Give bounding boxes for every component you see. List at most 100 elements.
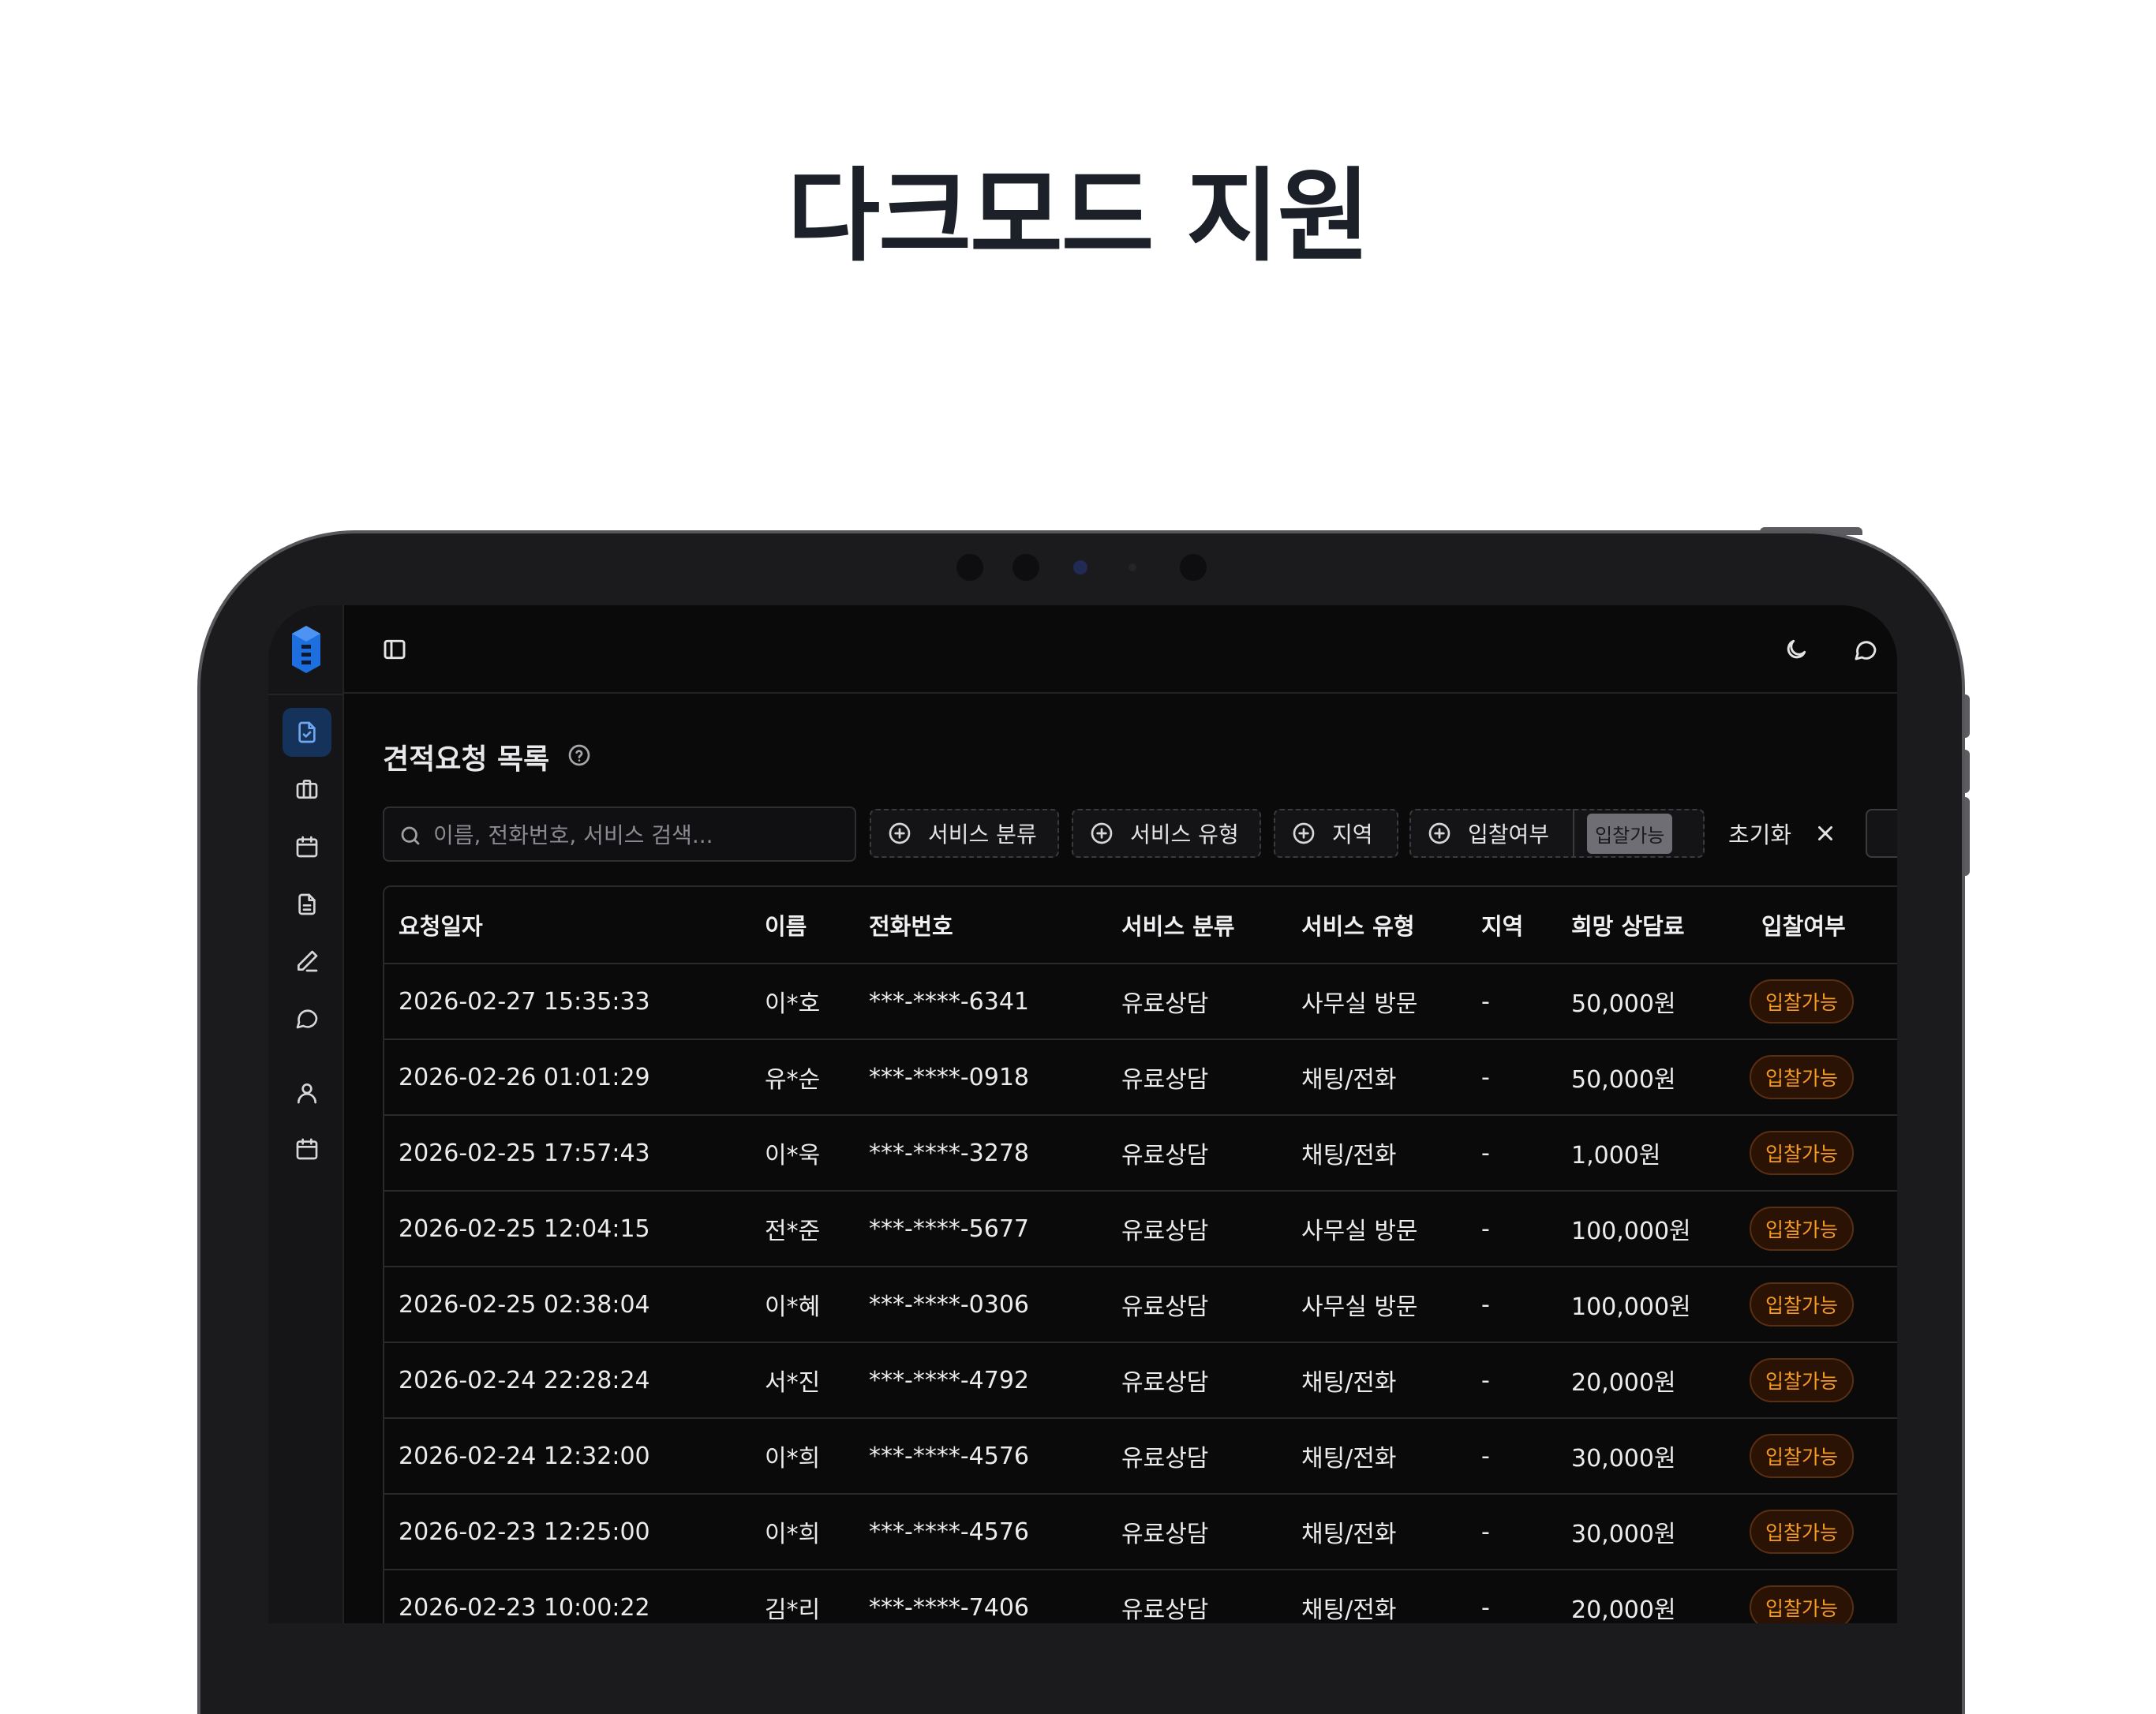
cell-service-type: 채팅/전화 <box>1301 1066 1397 1094</box>
table-row[interactable]: 2026-02-25 02:38:04 이*혜 ***-****-0306 유료… <box>384 1267 1897 1343</box>
table-row[interactable]: 2026-02-27 15:35:33 이*호 ***-****-6341 유료… <box>384 964 1897 1040</box>
status-badge[interactable]: 입찰가능 <box>1750 1131 1855 1175</box>
moon-icon <box>1787 639 1806 659</box>
cell-phone: ***-****-4792 <box>869 1366 1029 1394</box>
status-badge[interactable]: 입찰가능 <box>1750 1585 1855 1623</box>
cell-request-date: 2026-02-23 12:25:00 <box>399 1518 650 1546</box>
camera-lens <box>1073 560 1087 574</box>
chip-separator <box>1573 809 1575 858</box>
cell-service-type: 사무실 방문 <box>1301 1293 1418 1321</box>
cell-service-category: 유료상담 <box>1121 1369 1209 1397</box>
reset-label: 초기화 <box>1728 821 1792 848</box>
column-header[interactable]: 서비스 유형 <box>1301 887 1415 963</box>
status-badge[interactable]: 입찰가능 <box>1750 1207 1855 1251</box>
cell-region: - <box>1481 1518 1490 1546</box>
close-icon <box>1818 826 1833 840</box>
cell-name: 전*준 <box>765 1218 821 1245</box>
nav-calendar[interactable] <box>283 1125 331 1173</box>
cell-name: 이*혜 <box>765 1293 821 1321</box>
cell-phone: ***-****-7406 <box>869 1593 1029 1622</box>
nav-quote-requests[interactable] <box>283 708 331 757</box>
status-badge[interactable]: 입찰가능 <box>1750 1055 1855 1099</box>
cell-name: 이*희 <box>765 1521 821 1548</box>
camera-sensor <box>956 554 983 581</box>
nav-messages[interactable] <box>283 994 331 1042</box>
search-input[interactable] <box>432 808 845 862</box>
plus-circle-icon <box>889 822 911 844</box>
sidebar-toggle-button[interactable] <box>372 627 417 672</box>
table-row[interactable]: 2026-02-25 17:57:43 이*욱 ***-****-3278 유료… <box>384 1116 1897 1192</box>
cell-phone: ***-****-0306 <box>869 1290 1029 1319</box>
sidebar <box>268 605 344 1623</box>
calendar-icon <box>296 1138 318 1160</box>
table-body: 2026-02-27 15:35:33 이*호 ***-****-6341 유료… <box>384 964 1897 1623</box>
table-row[interactable]: 2026-02-23 12:25:00 이*희 ***-****-4576 유료… <box>384 1495 1897 1570</box>
cell-fee: 1,000원 <box>1571 1142 1661 1169</box>
nav-cases[interactable] <box>283 765 331 814</box>
cell-fee: 20,000원 <box>1571 1369 1676 1397</box>
column-header[interactable]: 요청일자 <box>399 887 483 963</box>
cell-service-type: 사무실 방문 <box>1301 1218 1418 1245</box>
chat-button[interactable] <box>1843 627 1888 672</box>
cell-fee: 100,000원 <box>1571 1218 1691 1245</box>
cell-service-category: 유료상담 <box>1121 1142 1209 1169</box>
status-badge[interactable]: 입찰가능 <box>1750 1358 1855 1402</box>
quote-request-table: 요청일자 이름 전화번호 서비스 분류 서비스 유형 지역 희망 상담료 입찰여… <box>383 885 1897 1623</box>
pen-icon <box>298 950 318 972</box>
cell-bid-status: 입찰가능 <box>1750 964 1855 1039</box>
nav-profile[interactable] <box>283 1068 331 1117</box>
cell-fee: 100,000원 <box>1571 1293 1691 1321</box>
nav-schedule[interactable] <box>283 822 331 871</box>
app-screen: 견적요청 목록 서비스 분류 서비스 유형 지역 입찰여부 입찰가능 초기화 요… <box>268 605 1897 1623</box>
cell-bid-status: 입찰가능 <box>1750 1495 1855 1569</box>
column-header[interactable]: 지역 <box>1481 887 1523 963</box>
cell-service-category: 유료상담 <box>1121 1218 1209 1245</box>
calendar-icon <box>296 836 318 858</box>
cell-request-date: 2026-02-27 15:35:33 <box>399 987 650 1016</box>
column-header[interactable]: 전화번호 <box>869 887 953 963</box>
status-badge[interactable]: 입찰가능 <box>1750 1282 1855 1327</box>
table-row[interactable]: 2026-02-25 12:04:15 전*준 ***-****-5677 유료… <box>384 1192 1897 1267</box>
cell-request-date: 2026-02-25 02:38:04 <box>399 1290 650 1319</box>
status-badge[interactable]: 입찰가능 <box>1750 979 1855 1024</box>
cell-region: - <box>1481 1063 1490 1091</box>
cell-phone: ***-****-6341 <box>869 987 1029 1016</box>
column-header[interactable]: 희망 상담료 <box>1571 887 1685 963</box>
cell-name: 유*순 <box>765 1066 821 1094</box>
filter-service-category[interactable]: 서비스 분류 <box>870 809 1059 858</box>
cell-request-date: 2026-02-26 01:01:29 <box>399 1063 650 1091</box>
filter-service-type[interactable]: 서비스 유형 <box>1072 809 1261 858</box>
table-row[interactable]: 2026-02-24 12:32:00 이*희 ***-****-4576 유료… <box>384 1419 1897 1495</box>
plus-circle-icon <box>1293 822 1315 844</box>
chat-icon <box>296 1009 318 1029</box>
table-row[interactable]: 2026-02-24 22:28:24 서*진 ***-****-4792 유료… <box>384 1343 1897 1419</box>
table-row[interactable]: 2026-02-26 01:01:29 유*순 ***-****-0918 유료… <box>384 1040 1897 1116</box>
cell-bid-status: 입찰가능 <box>1750 1040 1855 1114</box>
status-badge[interactable]: 입찰가능 <box>1750 1510 1855 1554</box>
cell-service-category: 유료상담 <box>1121 1445 1209 1473</box>
headline: 다크모드 지원 <box>787 158 1370 275</box>
status-badge[interactable]: 입찰가능 <box>1750 1434 1855 1478</box>
view-options-button[interactable] <box>1866 809 1897 858</box>
filter-region[interactable]: 지역 <box>1274 809 1398 858</box>
filter-label: 서비스 분류 <box>928 821 1037 848</box>
filter-bid-status[interactable]: 입찰여부 입찰가능 <box>1409 809 1705 858</box>
top-bar <box>344 605 1897 694</box>
filter-label: 지역 <box>1332 821 1373 848</box>
reset-filters-button[interactable]: 초기화 <box>1728 809 1837 858</box>
cell-fee: 50,000원 <box>1571 990 1676 1018</box>
column-header[interactable]: 입찰여부 <box>1761 887 1846 963</box>
search-icon <box>401 826 420 845</box>
nav-write[interactable] <box>283 937 331 986</box>
cell-request-date: 2026-02-23 10:00:22 <box>399 1593 650 1622</box>
column-header[interactable]: 이름 <box>765 887 807 963</box>
table-row[interactable]: 2026-02-23 10:00:22 김*리 ***-****-7406 유료… <box>384 1570 1897 1623</box>
help-icon[interactable] <box>567 743 592 768</box>
dark-mode-toggle[interactable] <box>1774 627 1818 672</box>
cell-bid-status: 입찰가능 <box>1750 1570 1855 1623</box>
filter-label: 서비스 유형 <box>1130 821 1239 848</box>
column-header[interactable]: 서비스 분류 <box>1121 887 1235 963</box>
sidebar-toggle-icon <box>384 639 406 660</box>
nav-documents[interactable] <box>283 880 331 929</box>
cell-region: - <box>1481 1139 1490 1167</box>
